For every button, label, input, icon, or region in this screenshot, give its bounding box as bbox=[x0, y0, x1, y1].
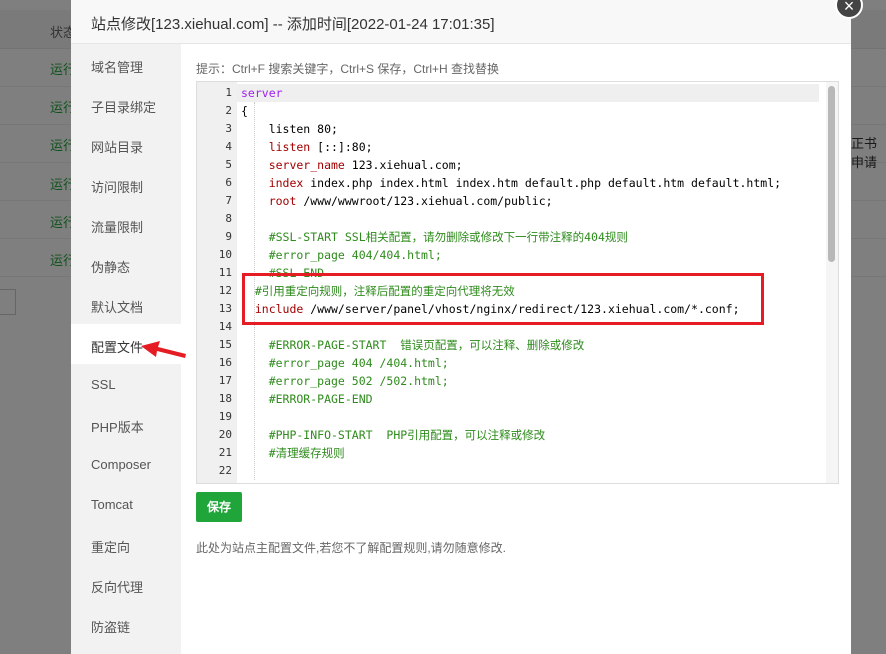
sidebar-item-config-file[interactable]: 配置文件 bbox=[71, 324, 181, 364]
sidebar-item-redirect[interactable]: 重定向 bbox=[71, 524, 181, 564]
line-number: 1 bbox=[225, 86, 232, 99]
line-number: 11 bbox=[218, 266, 232, 279]
code-text: listen 80; bbox=[241, 122, 338, 136]
code-comment: #ERROR-PAGE-END bbox=[241, 392, 373, 406]
site-edit-modal: 站点修改[123.xiehual.com] -- 添加时间[2022-01-24… bbox=[71, 0, 851, 654]
line-number: 14 bbox=[218, 320, 232, 333]
sidebar-item-reverse-proxy[interactable]: 反向代理 bbox=[71, 564, 181, 604]
highlight-box bbox=[242, 273, 764, 325]
sidebar-item-label: 子目录绑定 bbox=[91, 100, 157, 115]
sidebar-item-label: Composer bbox=[91, 457, 151, 472]
sidebar-item-site-directory[interactable]: 网站目录 bbox=[71, 124, 181, 164]
code-text: [::]:80; bbox=[310, 140, 373, 154]
code-comment: #error_page 502 /502.html; bbox=[241, 374, 449, 388]
code-line: #error_page 502 /502.html; bbox=[241, 372, 449, 390]
code-line: #error_page 404/404.html; bbox=[241, 246, 442, 264]
code-line: index index.php index.html index.htm def… bbox=[241, 174, 781, 192]
code-keyword: root bbox=[241, 194, 297, 208]
code-comment: #error_page 404/404.html; bbox=[241, 248, 442, 262]
code-line: #error_page 404 /404.html; bbox=[241, 354, 449, 372]
sidebar-item-label: 流量限制 bbox=[91, 220, 144, 235]
code-keyword: server_name bbox=[241, 158, 345, 172]
sidebar-item-default-doc[interactable]: 默认文档 bbox=[71, 284, 181, 324]
shortcut-tip: 提示：Ctrl+F 搜索关键字，Ctrl+S 保存，Ctrl+H 查找替换 bbox=[196, 62, 500, 76]
line-number: 12 bbox=[218, 284, 232, 297]
line-number: 6 bbox=[225, 176, 232, 189]
sidebar-item-tomcat[interactable]: Tomcat bbox=[71, 484, 181, 524]
sidebar-item-domain[interactable]: 域名管理 bbox=[71, 44, 181, 84]
config-file-panel: 提示：Ctrl+F 搜索关键字，Ctrl+S 保存，Ctrl+H 查找替换 12… bbox=[182, 44, 851, 654]
code-line: #清理缓存规则 bbox=[241, 444, 345, 462]
line-number: 7 bbox=[225, 194, 232, 207]
sidebar-item-label: 默认文档 bbox=[91, 300, 144, 315]
code-text: 123.xiehual.com; bbox=[344, 158, 463, 172]
line-number: 10 bbox=[218, 248, 232, 261]
sidebar-item-rewrite[interactable]: 伪静态 bbox=[71, 244, 181, 284]
code-keyword: server bbox=[241, 86, 283, 100]
line-number: 15 bbox=[218, 338, 232, 351]
code-comment: #PHP-INFO-START PHP引用配置，可以注释或修改 bbox=[241, 428, 546, 442]
line-number: 5 bbox=[225, 158, 232, 171]
code-text: /www/wwwroot/123.xiehual.com/public; bbox=[296, 194, 553, 208]
code-text: { bbox=[241, 104, 248, 118]
line-number: 21 bbox=[218, 446, 232, 459]
code-line: server bbox=[241, 84, 283, 102]
code-text: index.php index.html index.htm default.p… bbox=[303, 176, 782, 190]
code-line: { bbox=[241, 102, 248, 120]
code-line: #PHP-INFO-START PHP引用配置，可以注释或修改 bbox=[241, 426, 545, 444]
modal-title: 站点修改[123.xiehual.com] -- 添加时间[2022-01-24… bbox=[91, 16, 495, 33]
code-line: listen [::]:80; bbox=[241, 138, 373, 156]
line-number: 16 bbox=[218, 356, 232, 369]
code-comment: #SSL-START SSL相关配置，请勿删除或修改下一行带注释的404规则 bbox=[241, 230, 628, 244]
sidebar-item-label: 反向代理 bbox=[91, 580, 144, 595]
code-line: #ERROR-PAGE-START 错误页配置，可以注释、删除或修改 bbox=[241, 336, 585, 354]
code-keyword: listen bbox=[241, 140, 311, 154]
code-keyword: index bbox=[241, 176, 304, 190]
line-number: 4 bbox=[225, 140, 232, 153]
sidebar-item-label: 防盗链 bbox=[91, 620, 131, 635]
sidebar-item-composer[interactable]: Composer bbox=[71, 444, 181, 484]
settings-sidebar: 域名管理 子目录绑定 网站目录 访问限制 流量限制 伪静态 默认文档 配置文件 … bbox=[71, 44, 181, 654]
sidebar-item-access-limit[interactable]: 访问限制 bbox=[71, 164, 181, 204]
line-number: 19 bbox=[218, 410, 232, 423]
code-line: #SSL-START SSL相关配置，请勿删除或修改下一行带注释的404规则 bbox=[241, 228, 628, 246]
sidebar-item-ssl[interactable]: SSL bbox=[71, 364, 181, 404]
line-number: 17 bbox=[218, 374, 232, 387]
sidebar-item-label: 访问限制 bbox=[91, 180, 144, 195]
code-comment: #清理缓存规则 bbox=[241, 446, 345, 460]
sidebar-item-hotlink-protection[interactable]: 防盗链 bbox=[71, 604, 181, 644]
line-number: 22 bbox=[218, 464, 232, 477]
editor-scroll-thumb[interactable] bbox=[828, 86, 835, 262]
code-line: root /www/wwwroot/123.xiehual.com/public… bbox=[241, 192, 553, 210]
line-number: 3 bbox=[225, 122, 232, 135]
sidebar-item-label: SSL bbox=[91, 377, 116, 392]
sidebar-item-label: 配置文件 bbox=[91, 340, 144, 355]
code-line: server_name 123.xiehual.com; bbox=[241, 156, 463, 174]
sidebar-item-label: 域名管理 bbox=[91, 60, 144, 75]
config-warning-note: 此处为站点主配置文件,若您不了解配置规则,请勿随意修改. bbox=[196, 541, 507, 555]
line-number: 9 bbox=[225, 230, 232, 243]
sidebar-item-traffic-limit[interactable]: 流量限制 bbox=[71, 204, 181, 244]
save-button[interactable]: 保存 bbox=[196, 492, 242, 522]
line-number: 20 bbox=[218, 428, 232, 441]
code-line: listen 80; bbox=[241, 120, 338, 138]
line-number: 18 bbox=[218, 392, 232, 405]
sidebar-item-label: 伪静态 bbox=[91, 260, 131, 275]
code-comment: #error_page 404 /404.html; bbox=[241, 356, 449, 370]
sidebar-item-label: 网站目录 bbox=[91, 140, 144, 155]
code-comment: #ERROR-PAGE-START 错误页配置，可以注释、删除或修改 bbox=[241, 338, 585, 352]
code-line: #ERROR-PAGE-END bbox=[241, 390, 373, 408]
sidebar-item-subdirectory[interactable]: 子目录绑定 bbox=[71, 84, 181, 124]
modal-title-bar: 站点修改[123.xiehual.com] -- 添加时间[2022-01-24… bbox=[71, 0, 851, 44]
sidebar-item-php-version[interactable]: PHP版本 bbox=[71, 404, 181, 444]
sidebar-item-label: Tomcat bbox=[91, 497, 133, 512]
active-line-highlight bbox=[197, 84, 819, 102]
line-number: 8 bbox=[225, 212, 232, 225]
sidebar-item-label: PHP版本 bbox=[91, 420, 144, 435]
line-number: 2 bbox=[225, 104, 232, 117]
line-number: 13 bbox=[218, 302, 232, 315]
sidebar-item-label: 重定向 bbox=[91, 540, 131, 555]
